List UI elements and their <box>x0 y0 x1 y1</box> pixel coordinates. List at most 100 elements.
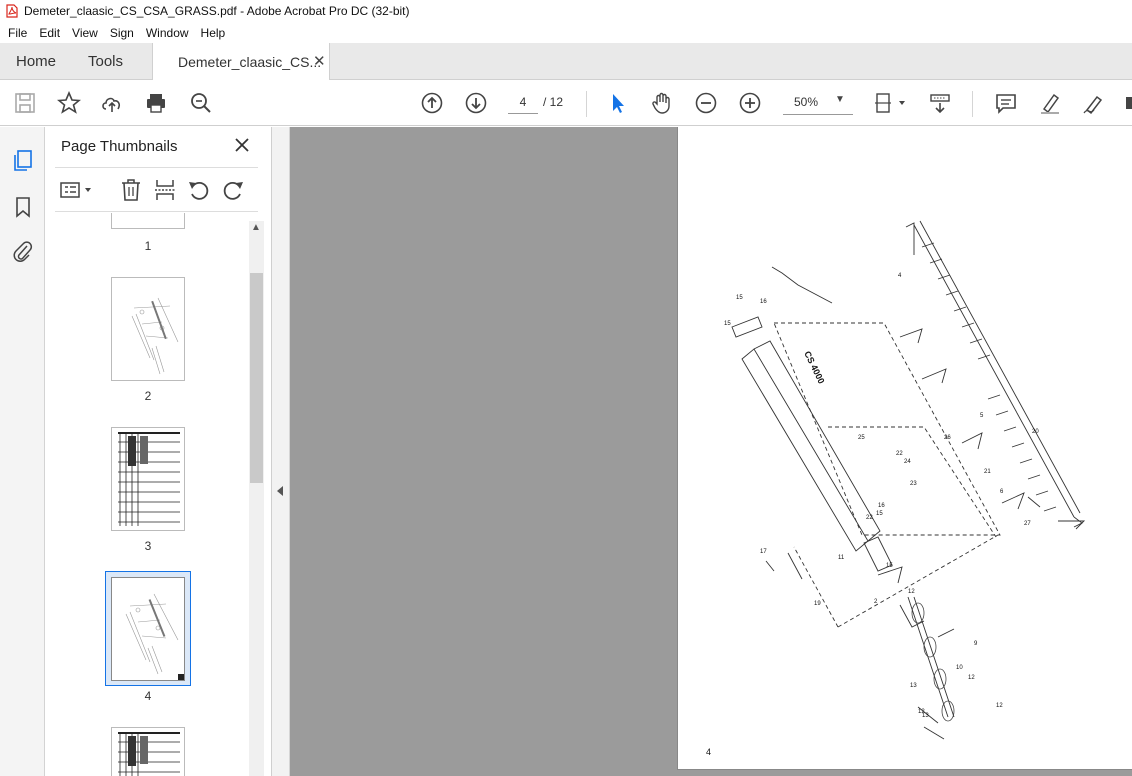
panel-divider <box>55 211 258 212</box>
callout-label: 20 <box>1032 429 1039 435</box>
panel-title: Page Thumbnails <box>61 138 178 155</box>
main-toolbar: / 12 50% ▼ <box>0 80 1132 126</box>
callout-label: 26 <box>944 435 951 441</box>
chevron-down-icon: ▼ <box>835 94 845 105</box>
document-viewport[interactable]: CS 4000 15 16 15 4 5 20 26 25 22 24 23 2… <box>290 127 1132 776</box>
close-tab-icon[interactable]: ✕ <box>313 52 326 70</box>
zoom-search-icon[interactable] <box>189 91 213 115</box>
page-fit-icon[interactable] <box>872 91 908 115</box>
document-tab-label: Demeter_claasic_CS... <box>178 54 322 70</box>
callout-label: 5 <box>980 413 984 419</box>
callout-label: 16 <box>878 503 885 509</box>
callout-label: 4 <box>898 273 902 279</box>
zoom-out-icon[interactable] <box>694 91 718 115</box>
thumbnail-label: 2 <box>144 389 152 403</box>
previous-page-icon[interactable] <box>420 91 444 115</box>
callout-label: 12 <box>996 703 1003 709</box>
comment-icon[interactable] <box>994 91 1018 115</box>
thumbnail-label: 3 <box>144 539 152 553</box>
next-page-icon[interactable] <box>464 91 488 115</box>
print-icon[interactable] <box>144 91 168 115</box>
toolbar-divider <box>586 91 587 117</box>
callout-label: 15 <box>736 295 743 301</box>
callout-label: 25 <box>858 435 865 441</box>
pdf-page-4: CS 4000 15 16 15 4 5 20 26 25 22 24 23 2… <box>677 127 1132 770</box>
attachment-paperclip-icon[interactable] <box>11 240 35 264</box>
page-thumbnail-1[interactable] <box>111 213 185 229</box>
callout-label: 19 <box>814 601 821 607</box>
callout-label: 12 <box>908 589 915 595</box>
panel-collapse-handle[interactable] <box>272 127 290 776</box>
menu-window[interactable]: Window <box>140 26 195 40</box>
tab-bar: Home Tools Demeter_claasic_CS... ✕ <box>0 43 1132 81</box>
page-thumbnails-icon[interactable] <box>11 148 35 172</box>
window-title: Demeter_claasic_CS_CSA_GRASS.pdf - Adobe… <box>24 4 410 18</box>
thumbnail-list[interactable]: 1 2 3 4 <box>45 213 272 776</box>
menu-file[interactable]: File <box>2 26 33 40</box>
model-label: CS 4000 <box>802 349 826 385</box>
close-panel-icon[interactable] <box>233 136 251 154</box>
thumbnail-label: 4 <box>144 689 152 703</box>
page-thumbnail-5[interactable] <box>111 727 185 776</box>
callout-label: 13 <box>922 713 929 719</box>
callout-label: 15 <box>724 321 731 327</box>
zoom-level-dropdown[interactable]: 50% ▼ <box>783 91 853 115</box>
trash-delete-icon[interactable] <box>119 178 143 202</box>
save-icon[interactable] <box>13 91 37 115</box>
navigation-rail <box>0 127 45 776</box>
callout-label: 6 <box>1000 489 1004 495</box>
exploded-parts-drawing: CS 4000 15 16 15 4 5 20 26 25 22 24 23 2… <box>724 220 1086 740</box>
tab-document[interactable]: Demeter_claasic_CS... ✕ <box>152 43 330 81</box>
highlight-pen-icon[interactable] <box>1038 91 1062 115</box>
menu-edit[interactable]: Edit <box>33 26 66 40</box>
collapse-arrow-icon <box>277 486 283 496</box>
star-bookmark-icon[interactable] <box>57 91 81 115</box>
rotate-left-icon[interactable] <box>187 178 211 202</box>
callout-label: 13 <box>910 683 917 689</box>
callout-label: 11 <box>838 555 845 561</box>
callout-label: 15 <box>886 563 893 569</box>
title-bar: Demeter_claasic_CS_CSA_GRASS.pdf - Adobe… <box>0 0 1132 22</box>
page-thumbnails-panel: Page Thumbnails 1 2 3 4 ▲ <box>45 127 272 776</box>
insert-page-icon[interactable] <box>153 178 177 202</box>
thumbnail-scrollbar-thumb[interactable] <box>250 273 263 483</box>
thumbnail-options-icon[interactable] <box>59 178 95 202</box>
callout-label: 16 <box>760 299 767 305</box>
page-thumbnail-4[interactable] <box>111 577 185 681</box>
cloud-upload-icon[interactable] <box>100 91 124 115</box>
callout-label: 24 <box>904 459 911 465</box>
acrobat-pdf-icon <box>6 4 18 18</box>
callout-label: 23 <box>910 481 917 487</box>
scroll-mode-icon[interactable] <box>928 91 952 115</box>
page-thumbnail-2[interactable] <box>111 277 185 381</box>
callout-label: 27 <box>1024 521 1031 527</box>
callout-label: 22 <box>866 515 873 521</box>
thumbnail-label: 1 <box>144 239 152 253</box>
callout-label: 9 <box>974 641 978 647</box>
tab-tools[interactable]: Tools <box>88 43 123 80</box>
select-cursor-icon[interactable] <box>606 91 630 115</box>
panel-divider <box>55 167 258 168</box>
callout-label: 10 <box>956 665 963 671</box>
zoom-level-value: 50% <box>794 95 819 109</box>
tab-home[interactable]: Home <box>16 43 56 80</box>
more-tools-icon[interactable] <box>1122 91 1132 115</box>
menu-view[interactable]: View <box>66 26 104 40</box>
page-thumbnail-3[interactable] <box>111 427 185 531</box>
rotate-right-icon[interactable] <box>221 178 245 202</box>
callout-label: 17 <box>760 549 767 555</box>
bookmark-icon[interactable] <box>11 195 35 219</box>
page-total-label: / 12 <box>543 95 564 109</box>
callout-label: 12 <box>968 675 975 681</box>
sign-pen-icon[interactable] <box>1082 91 1106 115</box>
page-number-input[interactable] <box>508 91 538 114</box>
menu-bar: File Edit View Sign Window Help <box>0 22 1132 43</box>
zoom-in-icon[interactable] <box>738 91 762 115</box>
menu-sign[interactable]: Sign <box>104 26 140 40</box>
hand-pan-icon[interactable] <box>650 91 674 115</box>
scroll-up-arrow-icon[interactable]: ▲ <box>251 222 261 233</box>
menu-help[interactable]: Help <box>195 26 232 40</box>
callout-label: 15 <box>876 511 883 517</box>
page-footer-number: 4 <box>706 747 712 757</box>
callout-label: 21 <box>984 469 991 475</box>
